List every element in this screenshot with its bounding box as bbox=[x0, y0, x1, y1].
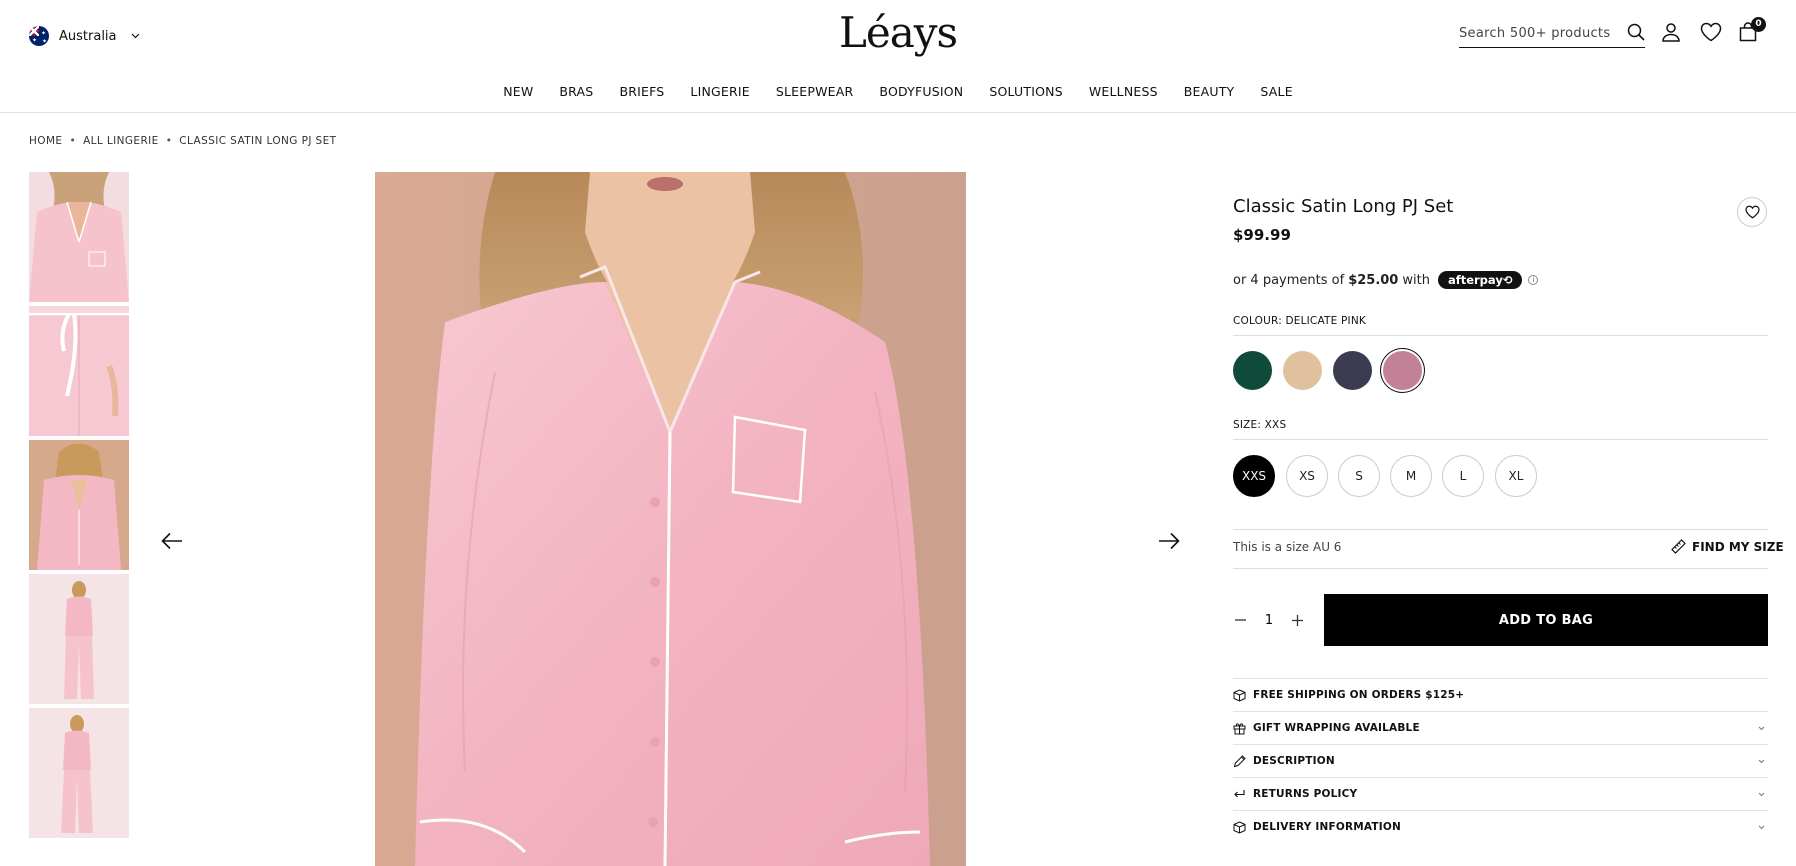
installment-with: with bbox=[1402, 272, 1430, 288]
product-price: $99.99 bbox=[1233, 226, 1291, 244]
accordion-delivery-information[interactable]: DELIVERY INFORMATION bbox=[1233, 810, 1768, 843]
divider bbox=[1233, 529, 1768, 530]
find-my-size-label: FIND MY SIZE bbox=[1692, 539, 1784, 554]
installment-prefix: or 4 payments of bbox=[1233, 272, 1345, 288]
plus-icon bbox=[1291, 614, 1303, 626]
nav-item-lingerie[interactable]: LINGERIE bbox=[690, 84, 749, 99]
chevron-down-icon bbox=[1758, 823, 1765, 832]
accordion-description[interactable]: DESCRIPTION bbox=[1233, 744, 1768, 777]
divider bbox=[1233, 439, 1768, 440]
breadcrumb-all-lingerie[interactable]: ALL LINGERIE bbox=[83, 135, 159, 147]
nav-item-sleepwear[interactable]: SLEEPWEAR bbox=[776, 84, 854, 99]
add-to-bag-button[interactable]: ADD TO BAG bbox=[1324, 594, 1768, 646]
accordion-label: RETURNS POLICY bbox=[1253, 788, 1358, 800]
size-option-xs[interactable]: XS bbox=[1286, 455, 1328, 497]
size-option-xxs[interactable]: XXS bbox=[1233, 455, 1275, 497]
nav-item-wellness[interactable]: WELLNESS bbox=[1089, 84, 1158, 99]
search-bar[interactable] bbox=[1459, 20, 1645, 48]
nav-item-bodyfusion[interactable]: BODYFUSION bbox=[879, 84, 963, 99]
nav-item-new[interactable]: NEW bbox=[503, 84, 533, 99]
size-note: This is a size AU 6 bbox=[1233, 540, 1342, 554]
size-option-l[interactable]: L bbox=[1442, 455, 1484, 497]
gift-icon bbox=[1233, 722, 1246, 734]
wishlist-heart-icon[interactable] bbox=[1699, 20, 1723, 44]
gallery-next-arrow-icon[interactable] bbox=[1155, 528, 1183, 554]
breadcrumb-home[interactable]: HOME bbox=[29, 135, 62, 147]
gallery-prev-arrow-icon[interactable] bbox=[158, 528, 186, 554]
divider bbox=[1233, 335, 1768, 336]
breadcrumb: HOME • ALL LINGERIE • CLASSIC SATIN LONG… bbox=[29, 135, 336, 147]
find-my-size-link[interactable]: FIND MY SIZE bbox=[1671, 539, 1784, 554]
quantity-input[interactable] bbox=[1262, 610, 1276, 630]
product-thumbnail[interactable] bbox=[29, 306, 129, 436]
search-icon[interactable] bbox=[1627, 23, 1645, 45]
product-thumbnail[interactable] bbox=[29, 440, 129, 570]
colour-swatch-beige[interactable] bbox=[1283, 351, 1322, 390]
breadcrumb-separator: • bbox=[69, 135, 77, 147]
ruler-icon bbox=[1671, 539, 1686, 554]
accordion-free-shipping[interactable]: FREE SHIPPING ON ORDERS $125+ bbox=[1233, 678, 1768, 711]
chevron-down-icon bbox=[1758, 757, 1765, 766]
product-main-image bbox=[375, 172, 966, 866]
colour-label: COLOUR: DELICATE PINK bbox=[1233, 315, 1366, 327]
accordion-label: DELIVERY INFORMATION bbox=[1253, 821, 1401, 833]
installment-info: or 4 payments of $25.00 with afterpay⟲ i bbox=[1233, 271, 1539, 289]
header-divider bbox=[0, 112, 1796, 113]
colour-swatch-navy[interactable] bbox=[1333, 351, 1372, 390]
nav-item-briefs[interactable]: BRIEFS bbox=[619, 84, 664, 99]
search-input[interactable] bbox=[1459, 26, 1619, 41]
chevron-down-icon bbox=[1758, 790, 1765, 799]
product-thumbnail[interactable] bbox=[29, 708, 129, 838]
installment-amount: $25.00 bbox=[1348, 272, 1399, 288]
colour-swatch-delicate-pink[interactable] bbox=[1383, 351, 1422, 390]
nav-item-bras[interactable]: BRAS bbox=[559, 84, 593, 99]
accordion-label: GIFT WRAPPING AVAILABLE bbox=[1253, 722, 1420, 734]
accordion-label: FREE SHIPPING ON ORDERS $125+ bbox=[1253, 689, 1465, 701]
box-icon bbox=[1233, 688, 1246, 702]
info-icon[interactable]: i bbox=[1528, 275, 1539, 285]
colour-swatch-green[interactable] bbox=[1233, 351, 1272, 390]
heart-icon bbox=[1744, 205, 1760, 219]
size-option-m[interactable]: M bbox=[1390, 455, 1432, 497]
nav-item-beauty[interactable]: BEAUTY bbox=[1184, 84, 1235, 99]
bag-count-badge: 0 bbox=[1751, 17, 1766, 32]
pencil-icon bbox=[1233, 754, 1246, 767]
quantity-decrease-button[interactable] bbox=[1229, 610, 1251, 630]
accordion-gift-wrapping[interactable]: GIFT WRAPPING AVAILABLE bbox=[1233, 711, 1768, 744]
box-icon bbox=[1233, 820, 1246, 834]
product-thumbnail[interactable] bbox=[29, 574, 129, 704]
breadcrumb-separator: • bbox=[165, 135, 173, 147]
product-thumbnail[interactable] bbox=[29, 172, 129, 302]
account-icon[interactable] bbox=[1659, 20, 1683, 44]
chevron-down-icon bbox=[1758, 724, 1765, 733]
size-option-xl[interactable]: XL bbox=[1495, 455, 1537, 497]
divider bbox=[1233, 568, 1768, 569]
breadcrumb-current: CLASSIC SATIN LONG PJ SET bbox=[179, 135, 337, 147]
return-arrow-icon bbox=[1234, 789, 1245, 797]
nav-item-sale[interactable]: SALE bbox=[1260, 84, 1292, 99]
size-option-s[interactable]: S bbox=[1338, 455, 1380, 497]
accordion-label: DESCRIPTION bbox=[1253, 755, 1335, 767]
add-to-wishlist-button[interactable] bbox=[1737, 197, 1767, 227]
main-navigation: NEW BRAS BRIEFS LINGERIE SLEEPWEAR BODYF… bbox=[0, 84, 1796, 99]
product-title: Classic Satin Long PJ Set bbox=[1233, 196, 1454, 217]
shopping-bag-icon[interactable]: 0 bbox=[1736, 17, 1766, 44]
nav-item-solutions[interactable]: SOLUTIONS bbox=[989, 84, 1063, 99]
afterpay-logo[interactable]: afterpay⟲ bbox=[1437, 271, 1523, 289]
size-label: SIZE: XXS bbox=[1233, 419, 1287, 431]
accordion-returns-policy[interactable]: RETURNS POLICY bbox=[1233, 777, 1768, 810]
quantity-increase-button[interactable] bbox=[1286, 610, 1308, 630]
minus-icon bbox=[1234, 619, 1246, 621]
